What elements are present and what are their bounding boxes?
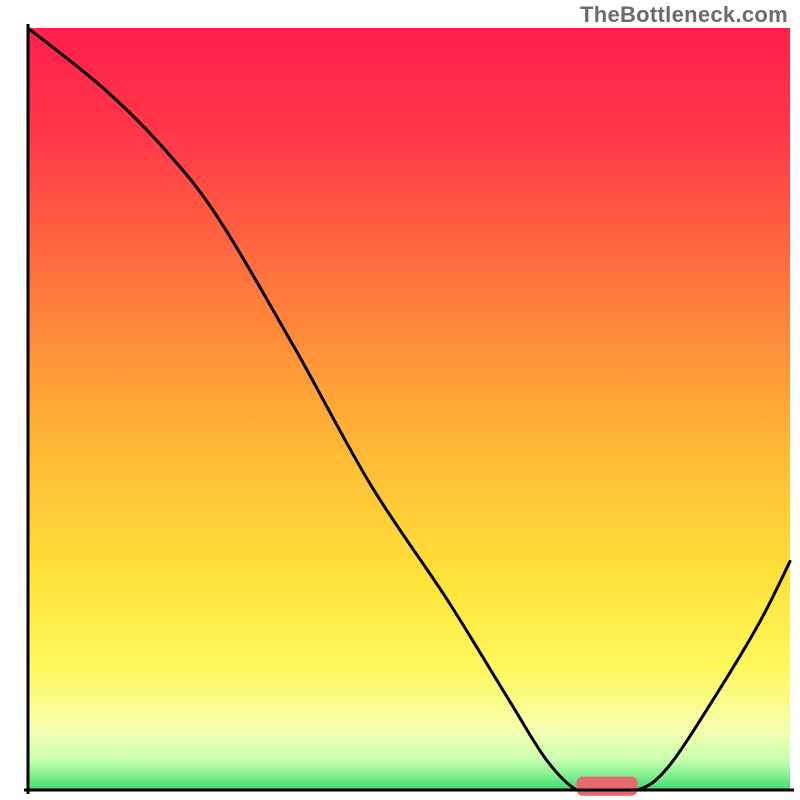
optimal-marker	[577, 777, 638, 796]
gradient-background	[28, 28, 790, 790]
bottleneck-chart: TheBottleneck.com	[0, 0, 800, 800]
chart-svg	[0, 0, 800, 800]
watermark-label: TheBottleneck.com	[580, 2, 788, 28]
